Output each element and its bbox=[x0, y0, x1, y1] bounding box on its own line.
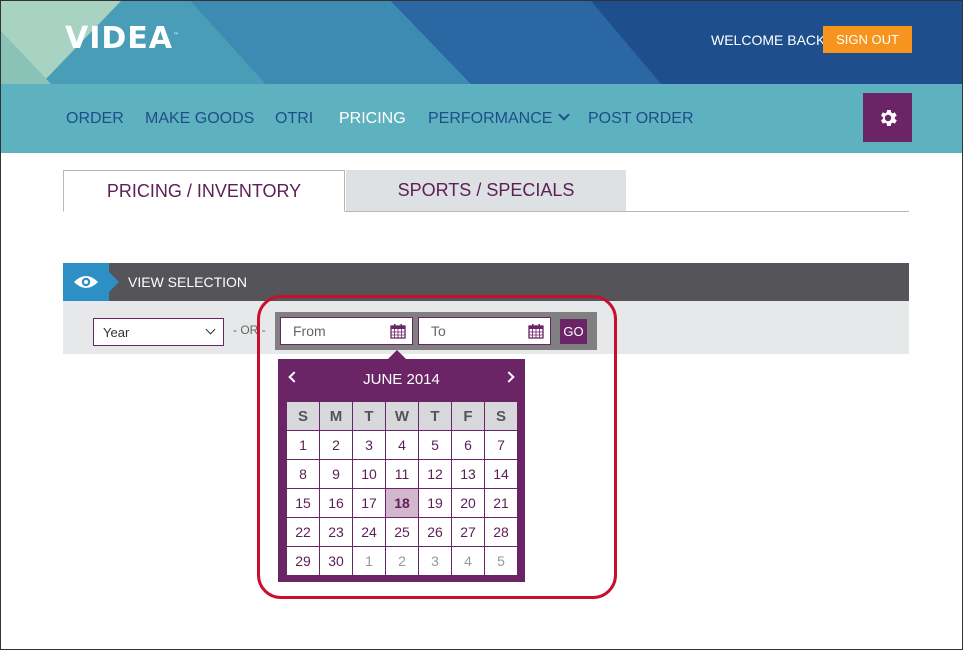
videa-logo[interactable]: VIDEA™ bbox=[65, 21, 179, 56]
tab-pricing-inventory[interactable]: PRICING / INVENTORY bbox=[63, 170, 345, 212]
eye-icon-badge bbox=[63, 263, 119, 301]
view-selection-title: VIEW SELECTION bbox=[128, 274, 248, 290]
eye-icon bbox=[74, 276, 98, 288]
gear-icon bbox=[880, 109, 897, 126]
nav-item-post-order[interactable]: POST ORDER bbox=[588, 110, 694, 128]
main-nav: ORDER MAKE GOODS OTRI PRICING PERFORMANC… bbox=[1, 84, 962, 153]
settings-button[interactable] bbox=[863, 93, 912, 142]
nav-item-otri[interactable]: OTRI bbox=[275, 110, 313, 128]
callout-highlight-outline bbox=[257, 295, 617, 599]
chevron-down-icon bbox=[205, 324, 216, 335]
nav-item-order[interactable]: ORDER bbox=[66, 110, 124, 128]
app-window: VIDEA™ WELCOME BACK SIGN OUT ORDER MAKE … bbox=[0, 0, 963, 650]
nav-item-pricing[interactable]: PRICING bbox=[339, 110, 406, 128]
chevron-down-icon bbox=[558, 109, 571, 121]
nav-item-performance[interactable]: PERFORMANCE bbox=[428, 109, 571, 128]
tab-sports-specials[interactable]: SPORTS / SPECIALS bbox=[346, 170, 626, 211]
year-select[interactable]: Year bbox=[93, 318, 224, 346]
nav-item-make-goods[interactable]: MAKE GOODS bbox=[145, 110, 254, 128]
header-banner: VIDEA™ WELCOME BACK SIGN OUT bbox=[1, 1, 962, 84]
year-select-value: Year bbox=[103, 324, 130, 340]
welcome-text: WELCOME BACK bbox=[711, 32, 826, 48]
nav-item-performance-label: PERFORMANCE bbox=[428, 110, 553, 127]
sign-out-button[interactable]: SIGN OUT bbox=[823, 26, 912, 53]
